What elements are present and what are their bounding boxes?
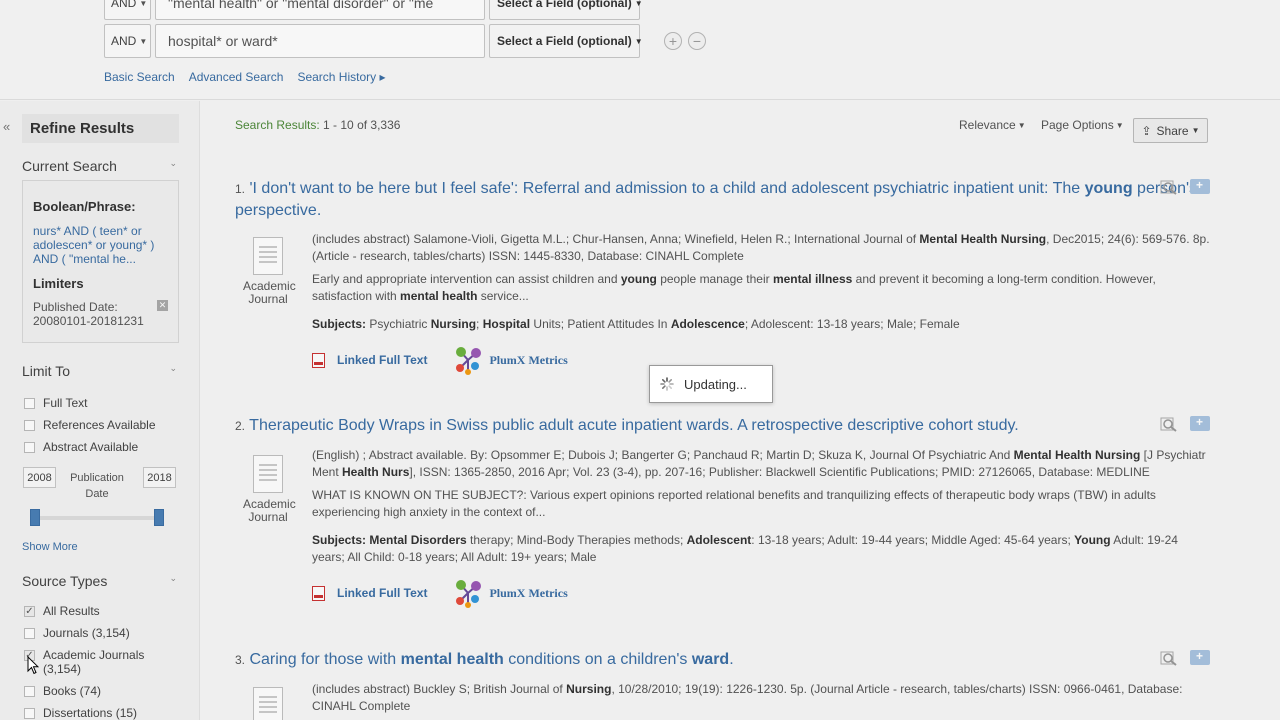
spinner-icon bbox=[660, 377, 674, 391]
updating-dialog: Updating... bbox=[649, 365, 773, 403]
updating-text: Updating... bbox=[684, 376, 747, 392]
mouse-cursor-icon bbox=[27, 656, 39, 675]
loading-overlay bbox=[0, 0, 1280, 720]
